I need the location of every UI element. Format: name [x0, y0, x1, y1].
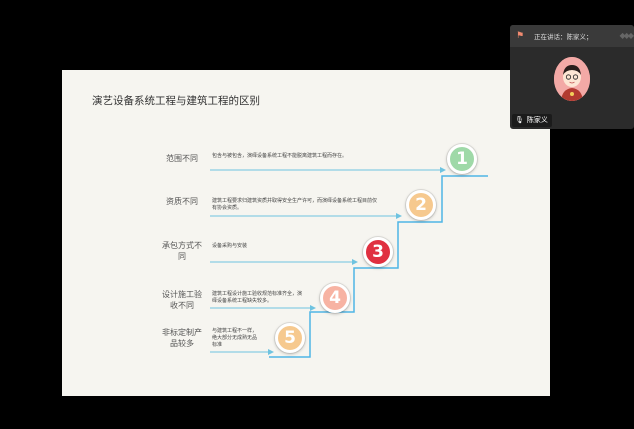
- row-desc-5: 与建筑工程不一样，绝大部分无成熟无品标准: [212, 328, 258, 348]
- row-label-1: 范围不同: [166, 154, 198, 163]
- arrow-head-2: [396, 213, 402, 219]
- video-header: ⚑ 正在讲话：陈家义； ◆◆◆: [510, 25, 634, 47]
- speaker-icon: ⚑: [516, 31, 525, 41]
- arrow-head-4: [310, 305, 316, 311]
- arrow-head-3: [352, 259, 358, 265]
- participant-name-tag: 🎙 陈家义: [512, 114, 552, 127]
- staircase-diagram: [210, 167, 488, 358]
- participant-name: 陈家义: [526, 116, 548, 124]
- row-label-5: 非标定制产品较多: [162, 328, 202, 348]
- avatar: [554, 57, 590, 101]
- row-desc-1: 包含与被包含，演绎设备系统工程不能脱离建筑工程而存在。: [212, 153, 348, 159]
- arrow-head-1: [440, 167, 446, 173]
- speaking-status: 正在讲话：陈家义；: [534, 33, 593, 41]
- step-badge-4: 4: [320, 283, 350, 313]
- row-desc-3: 设备采购与安装: [212, 243, 248, 249]
- more-options-icon[interactable]: ◆◆◆: [620, 31, 634, 40]
- row-label-4: 设计施工验收不同: [162, 290, 202, 310]
- row-label-3: 承包方式不同: [162, 241, 202, 261]
- step-badge-3: 3: [363, 237, 393, 267]
- step-badge-1: 1: [447, 144, 477, 174]
- presentation-slide: 演艺设备系统工程与建筑工程的区别 范围不同 包含与被包含，演绎设备系统工程不能脱…: [62, 70, 550, 396]
- arrow-head-5: [268, 349, 274, 355]
- step-badge-5: 5: [275, 323, 305, 353]
- participant-video-panel[interactable]: ⚑ 正在讲话：陈家义； ◆◆◆ 🎙 陈家义: [510, 25, 634, 129]
- step-badge-2: 2: [406, 190, 436, 220]
- row-label-2: 资质不同: [166, 197, 198, 206]
- microphone-icon[interactable]: 🎙: [515, 114, 524, 127]
- row-desc-4: 建筑工程设计施工验收规范标准齐全，演绎设备系统工程缺失较多。: [212, 291, 303, 304]
- row-desc-2: 建筑工程要求归建筑资质并取得安全生产许可，而演绎设备系统工程目前仅有协会资质。: [212, 198, 378, 211]
